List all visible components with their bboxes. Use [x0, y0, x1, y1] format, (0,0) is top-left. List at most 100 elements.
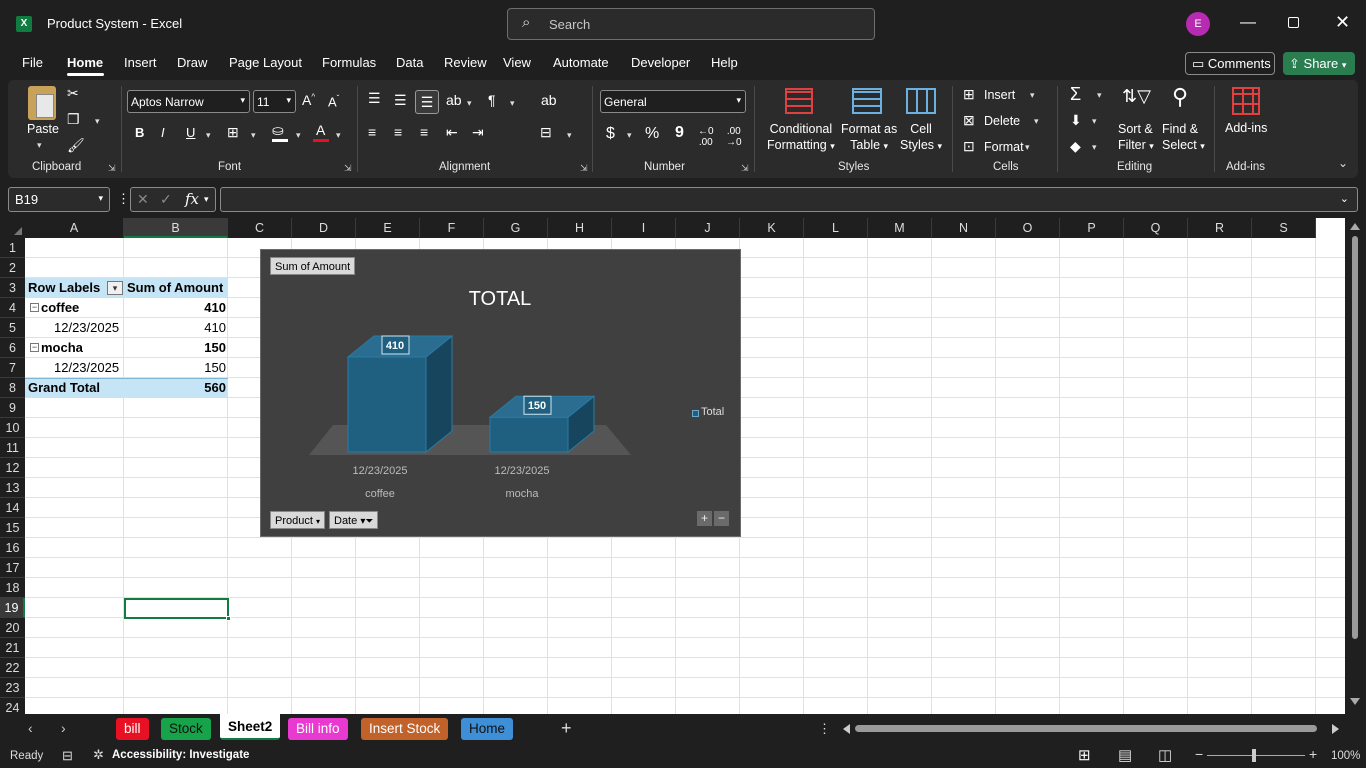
pivot-mocha-total[interactable]: 150 [125, 338, 226, 358]
column-header-j[interactable]: J [676, 218, 740, 238]
next-sheet-icon[interactable]: › [61, 720, 66, 736]
collapse-field-icon[interactable]: − [714, 511, 729, 526]
column-header-c[interactable]: C [228, 218, 292, 238]
page-layout-view-icon[interactable]: ▤ [1118, 746, 1132, 764]
column-header-k[interactable]: K [740, 218, 804, 238]
pivot-grand-total-value[interactable]: 560 [125, 378, 226, 398]
column-header-d[interactable]: D [292, 218, 356, 238]
column-header-g[interactable]: G [484, 218, 548, 238]
currency-button[interactable]: $ [606, 125, 615, 143]
zoom-out-icon[interactable]: − [1195, 746, 1203, 762]
menu-formulas[interactable]: Formulas [322, 55, 376, 70]
column-header-a[interactable]: A [25, 218, 124, 238]
add-ins-button[interactable]: Add-ins [1225, 121, 1267, 135]
minimize-icon[interactable]: — [1240, 14, 1256, 32]
fill-color-icon[interactable]: ⛀ [272, 122, 284, 139]
x-tick-product-mocha[interactable]: mocha [505, 488, 539, 500]
currency-chevron-down-icon[interactable]: ▾ [627, 130, 632, 141]
add-sheet-icon[interactable]: + [561, 718, 572, 739]
pivot-coffee-amount[interactable]: 410 [125, 318, 226, 338]
x-tick-product-coffee[interactable]: coffee [365, 488, 395, 500]
row-header-17[interactable]: 17 [0, 558, 25, 578]
align-middle-icon[interactable]: ☰ [394, 92, 407, 109]
ribbon-collapse-icon[interactable]: ⌄ [1338, 156, 1348, 170]
sheet-tab-sheet2[interactable]: Sheet2 [220, 714, 281, 740]
menu-developer[interactable]: Developer [631, 55, 690, 70]
row-header-22[interactable]: 22 [0, 658, 25, 678]
x-tick-date-mocha[interactable]: 12/23/2025 [494, 465, 549, 477]
row-header-21[interactable]: 21 [0, 638, 25, 658]
restore-icon[interactable] [1288, 17, 1299, 28]
find-select-button[interactable]: Find & Select ▾ [1162, 121, 1205, 154]
row-header-18[interactable]: 18 [0, 578, 25, 598]
expand-field-icon[interactable]: + [697, 511, 712, 526]
increase-decimal-icon[interactable]: ←0.00 [698, 126, 714, 148]
active-cell[interactable] [124, 598, 229, 619]
column-header-n[interactable]: N [932, 218, 996, 238]
menu-home[interactable]: Home [67, 55, 103, 70]
accessibility-status[interactable]: Accessibility: Investigate [112, 749, 249, 761]
merge-chevron-down-icon[interactable]: ▾ [567, 130, 572, 141]
column-header-f[interactable]: F [420, 218, 484, 238]
scroll-up-icon[interactable] [1350, 223, 1360, 230]
fill-handle[interactable] [226, 616, 231, 621]
column-header-s[interactable]: S [1252, 218, 1316, 238]
pivot-coffee-total[interactable]: 410 [125, 298, 226, 318]
font-color-chevron-down-icon[interactable]: ▾ [336, 130, 341, 141]
enter-icon[interactable]: ✓ [160, 191, 172, 208]
row-header-7[interactable]: 7 [0, 358, 25, 378]
italic-button[interactable]: I [161, 125, 165, 140]
row-header-10[interactable]: 10 [0, 418, 25, 438]
page-break-view-icon[interactable]: ◫ [1158, 746, 1172, 764]
paste-chevron-down-icon[interactable]: ▾ [37, 140, 42, 151]
column-header-p[interactable]: P [1060, 218, 1124, 238]
menu-page-layout[interactable]: Page Layout [229, 55, 302, 70]
pivot-grand-total-label[interactable]: Grand Total [28, 378, 100, 398]
share-button[interactable]: ⇪ Share ▾ [1283, 52, 1355, 75]
row-header-8[interactable]: 8 [0, 378, 25, 398]
format-as-table-button[interactable]: Format as Table ▾ [841, 121, 897, 154]
row-header-11[interactable]: 11 [0, 438, 25, 458]
row-header-24[interactable]: 24 [0, 698, 25, 714]
scroll-down-icon[interactable] [1350, 698, 1360, 705]
row-header-6[interactable]: 6 [0, 338, 25, 358]
macro-record-icon[interactable]: ⊟ [62, 748, 73, 764]
align-bottom-icon[interactable]: ☰ [415, 90, 439, 114]
column-header-b[interactable]: B [124, 218, 228, 238]
pivot-coffee-date[interactable]: 12/23/2025 [54, 318, 119, 338]
paragraph-chevron-down-icon[interactable]: ▾ [510, 98, 515, 109]
format-cells-chevron-down-icon[interactable]: ▾ [1025, 142, 1030, 153]
autosum-icon[interactable]: Σ [1070, 84, 1081, 105]
data-label-coffee[interactable]: 410 [386, 340, 404, 352]
merge-center-icon[interactable]: ⊟ [540, 124, 552, 141]
x-tick-date-coffee[interactable]: 12/23/2025 [352, 465, 407, 477]
comments-button[interactable]: ▭ Comments [1185, 52, 1275, 75]
decrease-indent-icon[interactable]: ⇤ [446, 124, 458, 141]
row-header-16[interactable]: 16 [0, 538, 25, 558]
pivot-filter-icon[interactable]: ▾ [107, 281, 123, 295]
horizontal-scrollbar[interactable] [841, 720, 1347, 737]
font-color-icon[interactable]: A [316, 122, 325, 138]
menu-draw[interactable]: Draw [177, 55, 207, 70]
font-name-select[interactable]: Aptos Narrow ▾ [127, 90, 250, 113]
vertical-scroll-thumb[interactable] [1352, 236, 1358, 639]
close-icon[interactable]: ✕ [1335, 12, 1350, 33]
align-center-icon[interactable]: ≡ [394, 124, 402, 140]
function-chevron-down-icon[interactable]: ▾ [204, 194, 209, 205]
menu-view[interactable]: View [503, 55, 531, 70]
sheet-tab-home[interactable]: Home [461, 718, 514, 740]
row-header-19[interactable]: 19 [0, 598, 25, 618]
legend-label[interactable]: Total [701, 406, 724, 418]
zoom-level[interactable]: 100% [1331, 750, 1360, 762]
collapse-coffee-icon[interactable]: − [30, 303, 39, 312]
cell-styles-button[interactable]: Cell Styles ▾ [900, 121, 942, 154]
prev-sheet-icon[interactable]: ‹ [28, 720, 33, 736]
insert-cells-button[interactable]: Insert [984, 88, 1015, 102]
expand-formula-chevron-down-icon[interactable]: ⌄ [1340, 192, 1349, 205]
cancel-icon[interactable]: ✕ [137, 191, 149, 208]
pivot-coffee-label[interactable]: coffee [41, 298, 79, 318]
scroll-left-icon[interactable] [843, 724, 850, 734]
format-painter-icon[interactable]: 🖌 [67, 137, 85, 154]
decrease-decimal-icon[interactable]: .00 →0 [726, 126, 742, 148]
row-header-23[interactable]: 23 [0, 678, 25, 698]
